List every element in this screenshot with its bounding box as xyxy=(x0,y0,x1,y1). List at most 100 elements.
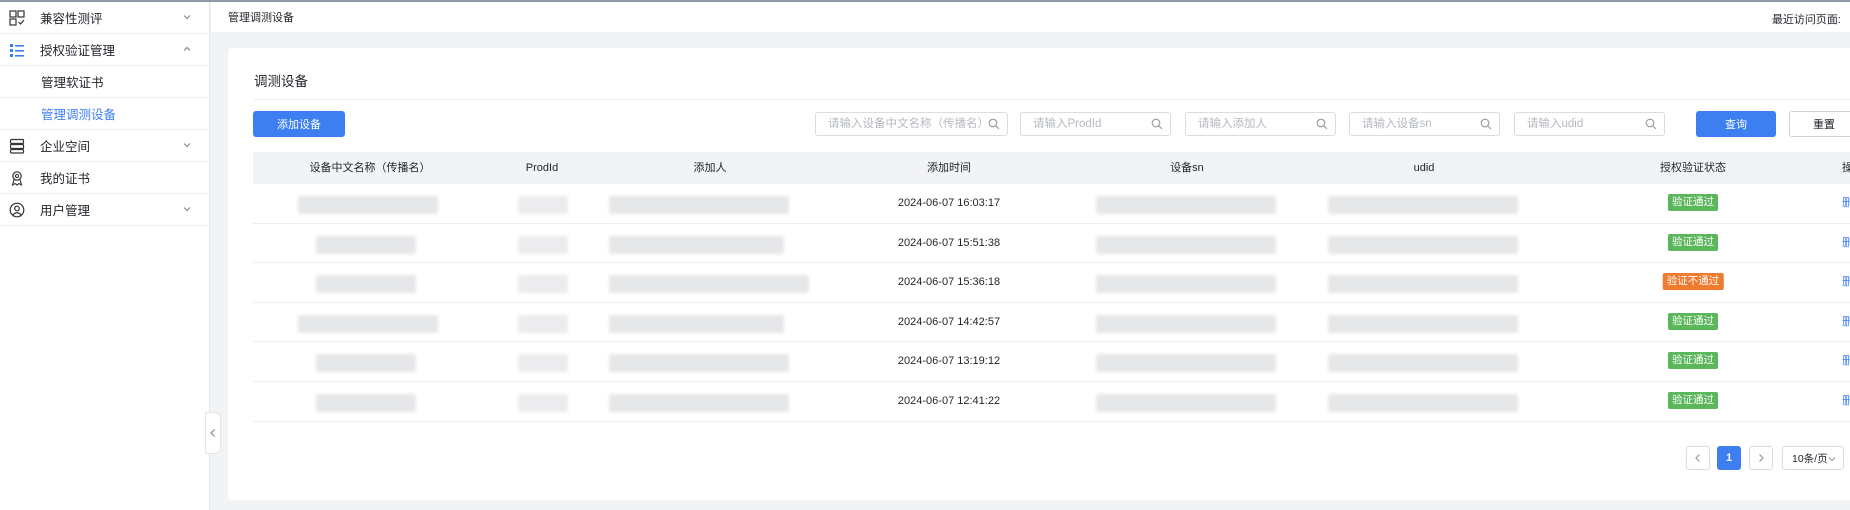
redacted-cell xyxy=(518,354,568,373)
redacted-cell xyxy=(298,196,438,214)
redacted-cell xyxy=(316,235,416,254)
sidebar-item-label: 我的证书 xyxy=(40,172,91,186)
sidebar-item-compatibility[interactable]: 兼容性测评 xyxy=(0,2,209,34)
sidebar-subitem-debug-devices[interactable]: 管理调测设备 xyxy=(0,98,209,130)
adder-search[interactable] xyxy=(1185,112,1336,136)
redacted-cell xyxy=(316,275,416,294)
header-adder: 添加人 xyxy=(693,162,727,174)
page-title: 调测设备 xyxy=(254,74,308,89)
chevron-up-icon xyxy=(183,46,191,51)
sidebar-item-label: 兼容性测评 xyxy=(40,12,103,26)
delete-link[interactable]: 删除 xyxy=(1842,303,1850,342)
status-badge: 验证不通过 xyxy=(1662,273,1724,291)
header-udid: udid xyxy=(1413,162,1435,174)
redacted-cell xyxy=(298,314,438,333)
query-button[interactable]: 查询 xyxy=(1696,111,1776,137)
user-icon xyxy=(8,201,26,219)
chevron-left-icon xyxy=(210,429,215,437)
sidebar-collapse-toggle[interactable] xyxy=(205,412,221,454)
sidebar-item-label: 用户管理 xyxy=(40,204,91,218)
redacted-cell xyxy=(1096,314,1276,333)
page-number[interactable]: 1 xyxy=(1717,446,1741,470)
status-badge: 验证通过 xyxy=(1668,312,1718,330)
breadcrumb: 管理调测设备 xyxy=(228,12,294,24)
added-time: 2024-06-07 15:51:38 xyxy=(897,236,1001,249)
header-sn: 设备sn xyxy=(1170,162,1204,174)
redacted-cell xyxy=(518,275,568,294)
device-name-search[interactable] xyxy=(815,112,1008,136)
added-time: 2024-06-07 14:42:57 xyxy=(897,315,1001,328)
redacted-cell xyxy=(1328,275,1518,294)
header-auth-status: 授权验证状态 xyxy=(1660,162,1726,174)
grid-check-icon xyxy=(8,9,26,27)
reset-button[interactable]: 重置 xyxy=(1789,111,1850,137)
header-prodid: ProdId xyxy=(525,162,559,174)
redacted-cell xyxy=(1328,354,1518,373)
table-row: 2024-06-07 16:03:17 验证通过 删除 xyxy=(253,184,1850,224)
sidebar-item-enterprise[interactable]: 企业空间 xyxy=(0,130,209,162)
search-icon xyxy=(1480,118,1492,130)
added-time: 2024-06-07 12:41:22 xyxy=(897,394,1001,407)
sidebar-subitem-soft-cert[interactable]: 管理软证书 xyxy=(0,66,209,98)
search-icon xyxy=(1316,118,1328,130)
sidebar-item-label: 授权验证管理 xyxy=(40,44,116,58)
devices-table: 设备中文名称（传播名） ProdId 添加人 添加时间 设备sn udid 授权… xyxy=(253,152,1850,422)
sidebar-item-auth-management[interactable]: 授权验证管理 xyxy=(0,34,209,66)
certificate-icon xyxy=(8,169,26,187)
status-badge: 验证通过 xyxy=(1668,194,1718,211)
udid-input[interactable] xyxy=(1515,113,1664,135)
delete-link[interactable]: 删除 xyxy=(1842,382,1850,421)
add-device-button[interactable]: 添加设备 xyxy=(253,111,345,137)
next-page-button[interactable] xyxy=(1749,446,1773,470)
table-row: 2024-06-07 15:51:38 验证通过 删除 xyxy=(253,224,1850,264)
divider xyxy=(254,99,1850,100)
recent-pages-label[interactable]: 最近访问页面: xyxy=(1772,11,1841,27)
redacted-cell xyxy=(316,354,416,373)
redacted-cell xyxy=(609,354,789,373)
sidebar-item-my-certs[interactable]: 我的证书 xyxy=(0,162,209,194)
redacted-cell xyxy=(1096,235,1276,254)
redacted-cell xyxy=(609,275,809,294)
delete-link[interactable]: 删除 xyxy=(1842,342,1850,381)
sidebar-item-users[interactable]: 用户管理 xyxy=(0,194,209,226)
redacted-cell xyxy=(609,393,789,412)
chevron-left-icon xyxy=(1695,454,1700,462)
redacted-cell xyxy=(518,235,568,254)
sidebar: 兼容性测评 授权验证管理 管理软证书 管理调测设备 企业空间 我的证书 用户管理 xyxy=(0,2,210,510)
prodid-input[interactable] xyxy=(1021,113,1170,135)
chevron-down-icon xyxy=(183,15,191,20)
adder-input[interactable] xyxy=(1186,113,1335,135)
prodid-search[interactable] xyxy=(1020,112,1171,136)
status-badge: 验证通过 xyxy=(1668,391,1718,409)
device-name-input[interactable] xyxy=(816,113,1007,135)
table-row: 2024-06-07 14:42:57 验证通过 删除 xyxy=(253,303,1850,343)
delete-link[interactable]: 删除 xyxy=(1842,263,1850,302)
page-size-select[interactable]: 10条/页 xyxy=(1782,446,1844,470)
header-added-time: 添加时间 xyxy=(927,162,971,174)
delete-link[interactable]: 删除 xyxy=(1842,184,1850,223)
server-icon xyxy=(8,137,26,155)
table-header: 设备中文名称（传播名） ProdId 添加人 添加时间 设备sn udid 授权… xyxy=(253,152,1850,184)
chevron-right-icon xyxy=(1759,454,1764,462)
sn-search[interactable] xyxy=(1349,112,1500,136)
chevron-down-icon xyxy=(183,207,191,212)
redacted-cell xyxy=(1096,196,1276,214)
page-size-value: 10条/页 xyxy=(1792,452,1828,465)
udid-search[interactable] xyxy=(1514,112,1665,136)
redacted-cell xyxy=(518,314,568,333)
search-icon xyxy=(988,118,1000,130)
redacted-cell xyxy=(518,196,568,214)
table-row: 2024-06-07 12:41:22 验证通过 删除 xyxy=(253,382,1850,422)
status-badge: 验证通过 xyxy=(1668,352,1718,370)
redacted-cell xyxy=(609,314,784,333)
redacted-cell xyxy=(1096,275,1276,294)
prev-page-button[interactable] xyxy=(1686,446,1710,470)
search-icon xyxy=(1151,118,1163,130)
sn-input[interactable] xyxy=(1350,113,1499,135)
delete-link[interactable]: 删除 xyxy=(1842,224,1850,263)
table-row: 2024-06-07 15:36:18 验证不通过 删除 xyxy=(253,263,1850,303)
chevron-down-icon xyxy=(1828,457,1836,462)
added-time: 2024-06-07 13:19:12 xyxy=(897,355,1001,368)
added-time: 2024-06-07 16:03:17 xyxy=(897,197,1001,209)
table-row: 2024-06-07 13:19:12 验证通过 删除 xyxy=(253,342,1850,382)
